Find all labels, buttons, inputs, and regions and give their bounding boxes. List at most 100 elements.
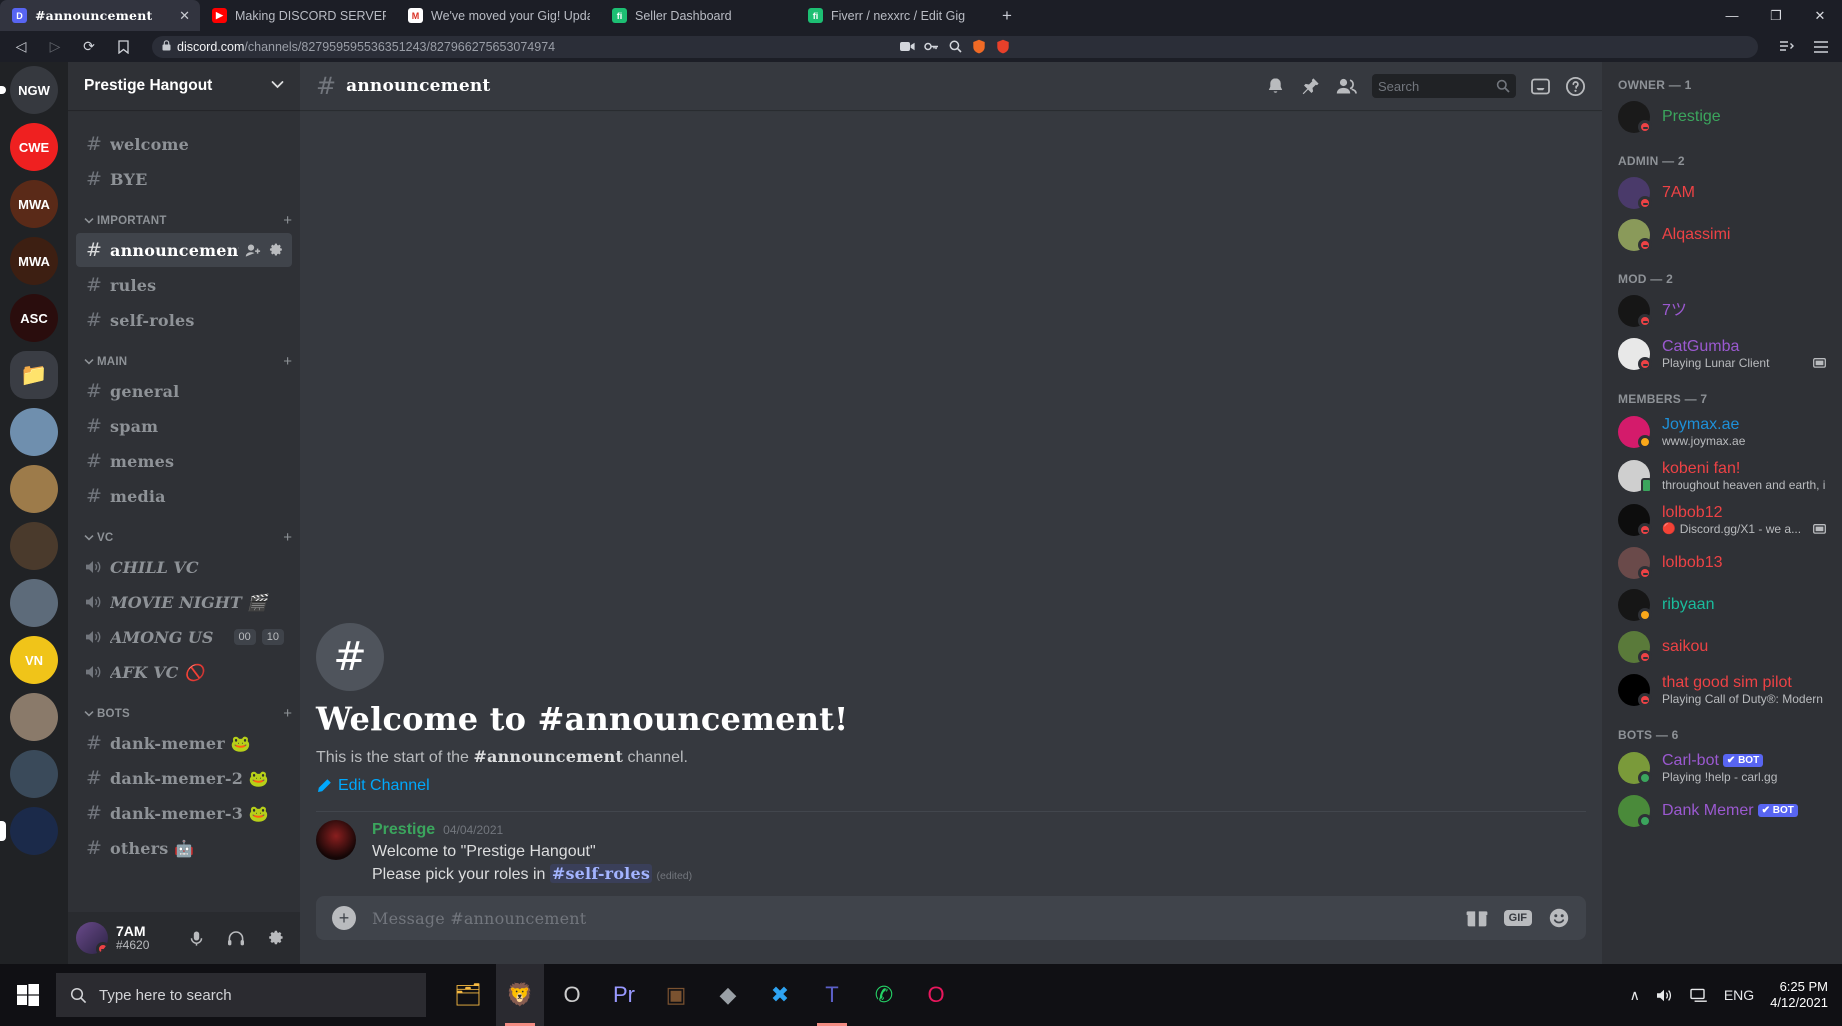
close-icon[interactable]: ✕ bbox=[169, 8, 190, 24]
guild-rail[interactable]: NGW CWE MWA MWA ASC 📁 VN bbox=[0, 62, 68, 964]
channel-item[interactable]: # media bbox=[76, 479, 292, 513]
opera-gx-icon[interactable]: O bbox=[548, 964, 596, 1026]
avatar[interactable] bbox=[316, 820, 356, 861]
microphone-icon[interactable] bbox=[180, 922, 212, 954]
opera-icon[interactable]: O bbox=[912, 964, 960, 1026]
member-list[interactable]: OWNER — 1 Prestige ADMIN — 2 7AM Alqassimi MO… bbox=[1602, 62, 1842, 964]
member-item[interactable]: ribyaan bbox=[1610, 584, 1834, 626]
channel-item[interactable]: AFK VC 🚫 bbox=[76, 655, 292, 689]
member-item[interactable]: 7AM bbox=[1610, 172, 1834, 214]
brave-lion-icon[interactable] bbox=[991, 36, 1015, 58]
member-item[interactable]: Prestige bbox=[1610, 96, 1834, 138]
notification-bell-icon[interactable] bbox=[1265, 76, 1286, 97]
member-item[interactable]: lolbob13 bbox=[1610, 542, 1834, 584]
tray-icons[interactable]: ∧ ENG bbox=[1630, 987, 1755, 1004]
channel-item[interactable]: # others 🤖 bbox=[76, 831, 292, 865]
language-indicator[interactable]: ENG bbox=[1724, 987, 1754, 1003]
guild-icon[interactable]: VN bbox=[10, 636, 58, 684]
channel-item[interactable]: # general bbox=[76, 374, 292, 408]
guild-avatar[interactable] bbox=[10, 465, 58, 513]
guild-avatar[interactable]: 📁 bbox=[10, 351, 58, 399]
guild-icon[interactable] bbox=[10, 579, 58, 627]
windows-start-icon[interactable] bbox=[0, 964, 56, 1026]
channel-item[interactable]: # self-roles bbox=[76, 303, 292, 337]
headphones-icon[interactable] bbox=[220, 922, 252, 954]
add-channel-button[interactable]: + bbox=[283, 706, 292, 721]
brave-browser-icon[interactable]: 🦁 bbox=[496, 964, 544, 1026]
chevron-down-icon[interactable] bbox=[84, 709, 94, 719]
zoom-icon[interactable] bbox=[943, 36, 967, 58]
guild-icon[interactable]: MWA bbox=[10, 237, 58, 285]
member-item[interactable]: that good sim pilot Playing Call of Duty®… bbox=[1610, 668, 1834, 712]
guild-icon[interactable] bbox=[10, 522, 58, 570]
maximize-button[interactable]: ❐ bbox=[1754, 0, 1798, 31]
guild-icon[interactable] bbox=[10, 465, 58, 513]
guild-avatar[interactable] bbox=[10, 693, 58, 741]
member-list-icon[interactable] bbox=[1335, 76, 1358, 97]
guild-icon[interactable] bbox=[10, 693, 58, 741]
message-input[interactable]: + Message #announcement GIF bbox=[316, 896, 1586, 940]
channel-category[interactable]: MAIN + bbox=[68, 338, 300, 373]
clock[interactable]: 6:25 PM 4/12/2021 bbox=[1770, 979, 1828, 1012]
file-explorer-icon[interactable]: 🗂 bbox=[444, 964, 492, 1026]
message-author[interactable]: Prestige bbox=[372, 820, 435, 841]
bookmark-icon[interactable] bbox=[112, 36, 134, 58]
close-window-button[interactable]: ✕ bbox=[1798, 0, 1842, 31]
channel-mention[interactable]: #self-roles bbox=[549, 864, 653, 883]
guild-icon[interactable] bbox=[10, 408, 58, 456]
message-area[interactable]: # Welcome to #announcement! This is the … bbox=[300, 110, 1602, 896]
channel-item[interactable]: # welcome bbox=[76, 127, 292, 161]
guild-avatar[interactable] bbox=[10, 807, 58, 855]
channel-item[interactable]: AMONG US 00 10 bbox=[76, 620, 292, 654]
guild-avatar[interactable]: MWA bbox=[10, 237, 58, 285]
brave-shield-icon[interactable] bbox=[967, 36, 991, 58]
minecraft-icon[interactable]: ▣ bbox=[652, 964, 700, 1026]
settings-gear-icon[interactable] bbox=[260, 922, 292, 954]
channel-category[interactable]: BOTS + bbox=[68, 690, 300, 725]
add-channel-button[interactable]: + bbox=[283, 213, 292, 228]
taskbar-search-input[interactable]: Type here to search bbox=[56, 973, 426, 1017]
browser-tab[interactable]: fi Seller Dashboard bbox=[600, 0, 796, 31]
guild-icon[interactable] bbox=[0, 807, 58, 855]
guild-avatar[interactable] bbox=[10, 522, 58, 570]
chevron-down-icon[interactable] bbox=[271, 80, 284, 92]
mystery-app-icon[interactable]: ◆ bbox=[704, 964, 752, 1026]
forward-button[interactable]: ▷ bbox=[44, 36, 66, 58]
guild-icon[interactable]: CWE bbox=[10, 123, 58, 171]
taskbar-apps[interactable]: 🗂 🦁 O Pr ▣ ◆ ✖ T ✆ O bbox=[444, 964, 960, 1026]
emoji-icon[interactable] bbox=[1548, 907, 1570, 929]
whatsapp-icon[interactable]: ✆ bbox=[860, 964, 908, 1026]
microsoft-teams-icon[interactable]: T bbox=[808, 964, 856, 1026]
browser-tab[interactable]: D #announcement ✕ bbox=[0, 0, 200, 31]
browser-tab[interactable]: M We've moved your Gig! Update metad bbox=[396, 0, 600, 31]
channel-item[interactable]: # memes bbox=[76, 444, 292, 478]
new-tab-button[interactable]: + bbox=[992, 0, 1022, 31]
chevron-down-icon[interactable] bbox=[84, 357, 94, 367]
channel-item[interactable]: MOVIE NIGHT 🎬 bbox=[76, 585, 292, 619]
add-channel-button[interactable]: + bbox=[283, 530, 292, 545]
member-item[interactable]: Joymax.ae www.joymax.ae bbox=[1610, 410, 1834, 454]
guild-icon[interactable] bbox=[10, 750, 58, 798]
attach-button[interactable]: + bbox=[332, 906, 356, 930]
guild-avatar[interactable] bbox=[10, 750, 58, 798]
browser-menu-icon[interactable] bbox=[1810, 36, 1832, 58]
guild-avatar[interactable]: MWA bbox=[10, 180, 58, 228]
channel-item[interactable]: # dank-memer-3 🐸 bbox=[76, 796, 292, 830]
member-item[interactable]: kobeni fan! throughout heaven and earth, … bbox=[1610, 454, 1834, 498]
inbox-icon[interactable] bbox=[1530, 76, 1551, 97]
member-item[interactable]: CatGumba Playing Lunar Client bbox=[1610, 332, 1834, 376]
vscode-icon[interactable]: ✖ bbox=[756, 964, 804, 1026]
member-item[interactable]: 7ツ bbox=[1610, 290, 1834, 332]
channel-item[interactable]: # dank-memer-2 🐸 bbox=[76, 761, 292, 795]
channel-list[interactable]: # welcome # BYE IMPORTANT + # announcement # rule… bbox=[68, 110, 300, 912]
member-item[interactable]: lolbob12 🔴 Discord.gg/X1 - we a... bbox=[1610, 498, 1834, 542]
avatar[interactable] bbox=[76, 922, 108, 954]
help-icon[interactable] bbox=[1565, 76, 1586, 97]
member-item[interactable]: Alqassimi bbox=[1610, 214, 1834, 256]
member-item[interactable]: saikou bbox=[1610, 626, 1834, 668]
browser-tab[interactable]: ▶ Making DISCORD SERVERS for people bbox=[200, 0, 396, 31]
gif-button[interactable]: GIF bbox=[1503, 910, 1532, 926]
invite-icon[interactable] bbox=[245, 243, 262, 258]
add-channel-button[interactable]: + bbox=[283, 354, 292, 369]
member-item[interactable]: Dank Memer ✔ BOT bbox=[1610, 790, 1834, 832]
